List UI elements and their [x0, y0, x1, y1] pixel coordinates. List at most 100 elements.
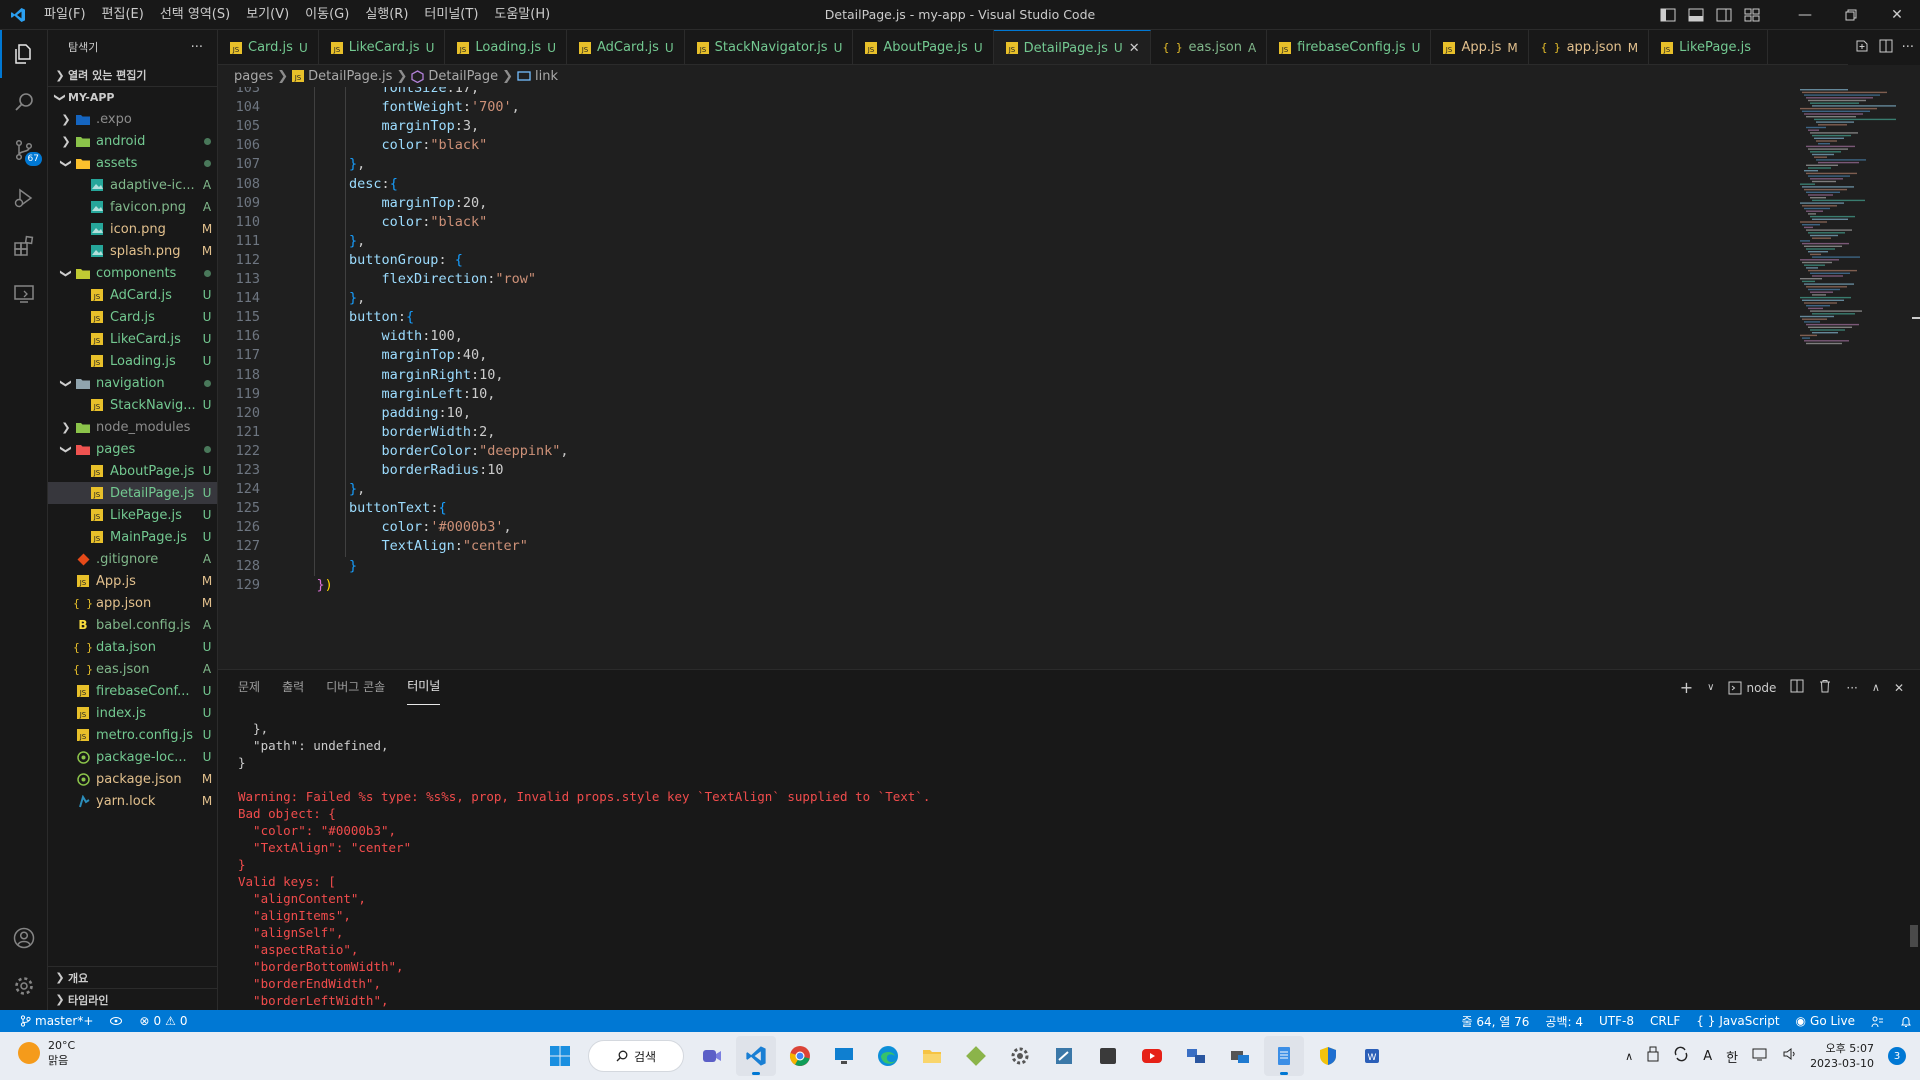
tree-file[interactable]: JS index.js U	[48, 702, 217, 724]
tree-file[interactable]: JS metro.config.js U	[48, 724, 217, 746]
tree-file[interactable]: JS MainPage.js U	[48, 526, 217, 548]
account-icon[interactable]	[0, 914, 48, 962]
code-editor[interactable]: 103 fontSize:17, 104 fontWeight:'700', 105…	[218, 87, 1920, 669]
tree-file[interactable]: adaptive-ic... A	[48, 174, 217, 196]
weather-widget[interactable]: 20°C 맑음	[18, 1038, 75, 1068]
run-debug-icon[interactable]	[0, 174, 48, 222]
word-app-icon[interactable]: W	[1352, 1036, 1392, 1076]
editor-tab[interactable]: { } app.json M	[1529, 30, 1650, 64]
tree-folder[interactable]: ❯ components	[48, 262, 217, 284]
indentation[interactable]: 공백: 4	[1537, 1013, 1591, 1030]
panel-tab[interactable]: 문제	[238, 670, 260, 705]
tree-file[interactable]: package.json M	[48, 768, 217, 790]
panel-tab[interactable]: 디버그 콘솔	[326, 670, 385, 705]
more-actions-icon[interactable]: ···	[1846, 681, 1857, 695]
new-terminal-icon[interactable]: +	[1680, 678, 1693, 697]
tree-file[interactable]: .gitignore A	[48, 548, 217, 570]
tree-file[interactable]: JS LikePage.js U	[48, 504, 217, 526]
ime-mode-a[interactable]: A	[1703, 1049, 1712, 1064]
close-panel-icon[interactable]: ✕	[1894, 681, 1904, 695]
editor-tab[interactable]: JS LikeCard.js U	[319, 30, 446, 64]
minimize-icon[interactable]: —	[1782, 0, 1828, 30]
customize-layout-icon[interactable]	[1738, 0, 1766, 30]
breadcrumb-symbol[interactable]: DetailPage	[428, 69, 498, 84]
editor-tab[interactable]: JS AdCard.js U	[567, 30, 685, 64]
clock[interactable]: 오후 5:07 2023-03-10	[1810, 1041, 1874, 1071]
minimap[interactable]	[1796, 87, 1906, 347]
toggle-primary-sidebar-icon[interactable]	[1654, 0, 1682, 30]
file-explorer-app-icon[interactable]	[912, 1036, 952, 1076]
breadcrumb-file[interactable]: DetailPage.js	[308, 69, 392, 84]
close-window-icon[interactable]: ✕	[1874, 0, 1920, 30]
manage-gear-icon[interactable]	[0, 962, 48, 1010]
extensions-icon[interactable]	[0, 222, 48, 270]
security-shield-app-icon[interactable]	[1308, 1036, 1348, 1076]
branch-status[interactable]: master*+	[12, 1014, 101, 1028]
tree-file[interactable]: JS AboutPage.js U	[48, 460, 217, 482]
usb-icon[interactable]	[1647, 1046, 1659, 1066]
app-icon-dark[interactable]	[1088, 1036, 1128, 1076]
cursor-position[interactable]: 줄 64, 열 76	[1454, 1013, 1538, 1030]
menu-item[interactable]: 도움말(H)	[486, 0, 558, 30]
tree-file[interactable]: splash.png M	[48, 240, 217, 262]
editor-tab[interactable]: JS firebaseConfig.js U	[1267, 30, 1432, 64]
file-encoding[interactable]: UTF-8	[1591, 1014, 1642, 1028]
start-button[interactable]	[540, 1036, 580, 1076]
timeline-section[interactable]: ❯ 타임라인	[48, 988, 217, 1010]
tree-file[interactable]: { } eas.json A	[48, 658, 217, 680]
tree-file[interactable]: { } app.json M	[48, 592, 217, 614]
problems-status[interactable]: ⊗ 0 ⚠ 0	[131, 1014, 195, 1028]
terminal-scrollbar[interactable]	[1910, 925, 1918, 947]
tree-file[interactable]: { } data.json U	[48, 636, 217, 658]
network-app-icon[interactable]	[1176, 1036, 1216, 1076]
tree-file[interactable]: package-loc... U	[48, 746, 217, 768]
chevron-down-icon[interactable]: ∨	[1707, 682, 1714, 693]
utility-app-icon[interactable]	[956, 1036, 996, 1076]
tree-file[interactable]: Bbabel.config.js A	[48, 614, 217, 636]
notepad-app-icon[interactable]	[1264, 1036, 1304, 1076]
editor-tab[interactable]: JS DetailPage.js U ✕	[993, 30, 1151, 64]
toggle-secondary-sidebar-icon[interactable]	[1710, 0, 1738, 30]
volume-icon[interactable]	[1782, 1047, 1796, 1065]
connection-app-icon[interactable]	[1220, 1036, 1260, 1076]
tree-file[interactable]: JS Card.js U	[48, 306, 217, 328]
editor-tab[interactable]: JS Card.js U	[218, 30, 319, 64]
feedback-icon[interactable]	[1863, 1015, 1892, 1028]
editor-tab[interactable]: JS App.js M	[1431, 30, 1529, 64]
go-live-button[interactable]: ◉ Go Live	[1788, 1014, 1863, 1028]
editor-tab[interactable]: { } eas.json A	[1151, 30, 1268, 64]
source-control-icon[interactable]: 67	[0, 126, 48, 174]
close-tab-icon[interactable]: ✕	[1129, 41, 1140, 56]
ime-mode-han[interactable]: 한	[1726, 1047, 1738, 1066]
menu-item[interactable]: 편집(E)	[94, 0, 152, 30]
remote-desktop-app-icon[interactable]	[824, 1036, 864, 1076]
trash-icon[interactable]	[1818, 679, 1832, 696]
toggle-panel-icon[interactable]	[1682, 0, 1710, 30]
tree-file[interactable]: JS LikeCard.js U	[48, 328, 217, 350]
tree-folder[interactable]: ❯ pages	[48, 438, 217, 460]
tree-file[interactable]: favicon.png A	[48, 196, 217, 218]
editor-tab[interactable]: JS StackNavigator.js U	[685, 30, 854, 64]
language-mode[interactable]: { } JavaScript	[1688, 1014, 1787, 1028]
panel-tab[interactable]: 출력	[282, 670, 304, 705]
menu-item[interactable]: 보기(V)	[238, 0, 297, 30]
open-editors-section[interactable]: ❯ 열려 있는 편집기	[48, 64, 217, 86]
workspace-root[interactable]: ❯ MY-APP	[48, 86, 217, 108]
tree-file[interactable]: JS firebaseConf... U	[48, 680, 217, 702]
taskbar-search[interactable]: 검색	[588, 1040, 684, 1072]
split-terminal-icon[interactable]	[1790, 679, 1804, 696]
menu-item[interactable]: 파일(F)	[36, 0, 94, 30]
edge-app-icon[interactable]	[868, 1036, 908, 1076]
tree-file[interactable]: JS DetailPage.js U	[48, 482, 217, 504]
tree-folder[interactable]: ❯ assets	[48, 152, 217, 174]
network-icon[interactable]	[1752, 1047, 1768, 1065]
restore-icon[interactable]	[1828, 0, 1874, 30]
menu-item[interactable]: 실행(R)	[357, 0, 416, 30]
sync-icon[interactable]	[101, 1016, 131, 1026]
tree-file[interactable]: JS AdCard.js U	[48, 284, 217, 306]
more-actions-icon[interactable]: ···	[1902, 40, 1914, 55]
editor-tab[interactable]: JS Loading.js U	[445, 30, 567, 64]
editor-tab[interactable]: JS LikePage.js	[1649, 30, 1769, 64]
breadcrumb-member[interactable]: link	[535, 69, 558, 84]
panel-tab[interactable]: 터미널	[407, 670, 441, 705]
